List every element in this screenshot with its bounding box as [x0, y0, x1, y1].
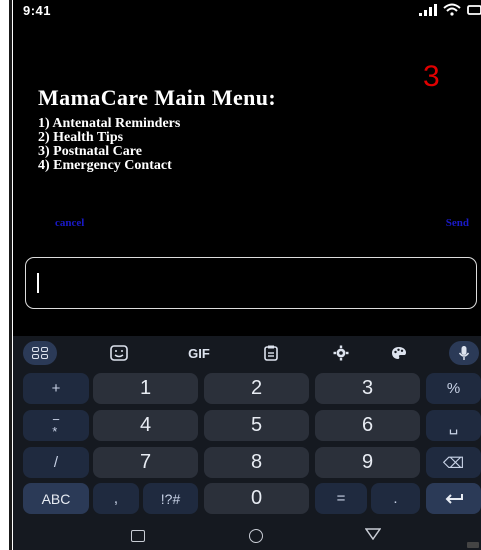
cancel-button[interactable]: cancel — [55, 217, 84, 229]
menu-item: 1) Antenatal Reminders — [38, 116, 181, 131]
theme-palette-icon[interactable] — [385, 341, 413, 365]
divide-key[interactable]: / — [23, 447, 89, 478]
minus-multiply-key[interactable]: − * — [23, 410, 89, 441]
device-frame-edge — [0, 0, 13, 550]
menu-item: 4) Emergency Contact — [38, 158, 172, 173]
clipboard-icon[interactable] — [257, 341, 285, 365]
digit-key-0[interactable]: 0 — [204, 483, 309, 514]
corner-badge — [467, 542, 479, 548]
equals-key[interactable]: = — [315, 483, 367, 514]
digit-key-9[interactable]: 9 — [315, 447, 420, 478]
apps-grid-icon[interactable] — [23, 341, 57, 365]
emoji-sticker-icon[interactable] — [105, 341, 133, 365]
menu-item: 2) Health Tips — [38, 130, 124, 145]
abc-key[interactable]: ABC — [23, 483, 89, 514]
recents-icon[interactable] — [131, 530, 145, 542]
text-caret — [37, 273, 39, 293]
digit-key-8[interactable]: 8 — [204, 447, 309, 478]
wifi-icon — [443, 3, 461, 16]
enter-arrow-icon — [445, 493, 463, 504]
back-triangle-icon[interactable] — [365, 528, 381, 540]
home-icon[interactable] — [249, 529, 263, 543]
gif-button[interactable]: GIF — [181, 341, 217, 365]
settings-gear-icon[interactable] — [327, 341, 355, 365]
enter-key[interactable] — [426, 483, 481, 514]
navigation-bar — [13, 518, 481, 550]
step-number-annotation: 3 — [423, 60, 440, 93]
menu-list: 1) Antenatal Reminders 2) Health Tips 3)… — [38, 117, 180, 173]
phone-screen: 9:41 3 MamaCare Main Menu: 1) Antenatal … — [13, 0, 481, 550]
signal-icon — [419, 3, 437, 16]
status-bar: 9:41 — [13, 0, 481, 22]
digit-key-6[interactable]: 6 — [315, 410, 420, 441]
keyboard-toolbar: GIF — [13, 336, 481, 370]
digit-key-4[interactable]: 4 — [93, 410, 198, 441]
menu-title: MamaCare Main Menu: — [38, 85, 277, 110]
backspace-key[interactable]: ⌫ — [426, 447, 481, 478]
digit-key-3[interactable]: 3 — [315, 373, 420, 404]
plus-key[interactable]: + — [23, 373, 89, 404]
percent-key[interactable]: % — [426, 373, 481, 404]
status-icons — [419, 3, 481, 16]
comma-key[interactable]: , — [93, 483, 139, 514]
menu-item: 3) Postnatal Care — [38, 144, 142, 159]
status-time: 9:41 — [23, 3, 52, 18]
digit-key-1[interactable]: 1 — [93, 373, 198, 404]
battery-icon — [467, 4, 481, 15]
digit-key-2[interactable]: 2 — [204, 373, 309, 404]
digit-key-7[interactable]: 7 — [93, 447, 198, 478]
period-key[interactable]: . — [371, 483, 420, 514]
symbols-key[interactable]: !?# — [143, 483, 198, 514]
send-button[interactable]: Send — [446, 217, 469, 229]
digit-key-5[interactable]: 5 — [204, 410, 309, 441]
reply-input[interactable] — [25, 257, 477, 309]
microphone-icon[interactable] — [449, 341, 479, 365]
space-key[interactable]: ␣ — [426, 410, 481, 441]
